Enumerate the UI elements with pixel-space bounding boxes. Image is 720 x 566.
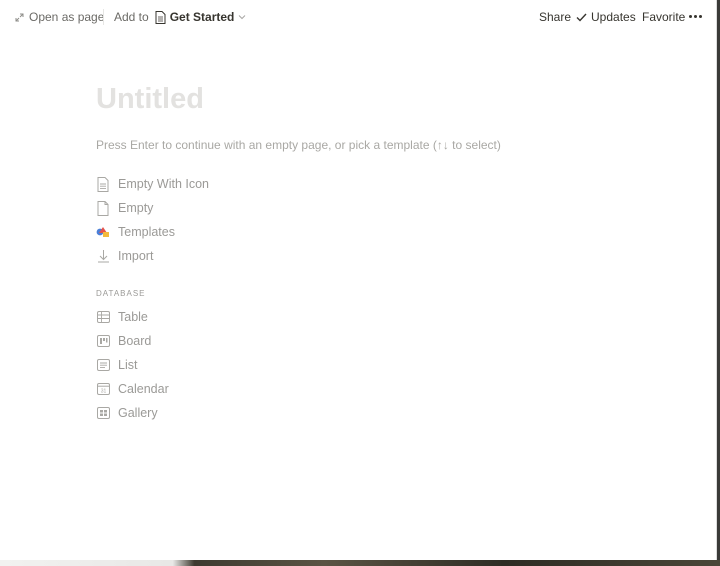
table-icon — [96, 309, 110, 325]
calendar-icon: 31 — [96, 381, 110, 397]
checkmark-icon — [576, 13, 587, 22]
database-option-label: Calendar — [118, 382, 169, 396]
template-option-empty-with-icon[interactable]: Empty With Icon — [96, 174, 209, 194]
database-option-label: Table — [118, 310, 148, 324]
open-as-page-label: Open as page — [29, 10, 105, 24]
database-option-table[interactable]: Table — [96, 307, 148, 327]
more-options-button[interactable] — [687, 15, 702, 18]
favorite-label: Favorite — [642, 10, 686, 24]
share-label: Share — [539, 10, 572, 24]
database-option-board[interactable]: Board — [96, 331, 151, 351]
updates-button[interactable]: Updates — [576, 10, 636, 24]
chevron-down-icon — [238, 14, 246, 20]
more-dots-icon — [687, 15, 702, 18]
top-bar: Open as page Add to Get Started Share Up… — [0, 0, 716, 34]
database-option-gallery[interactable]: Gallery — [96, 403, 158, 423]
board-icon — [96, 333, 110, 349]
page-with-lines-icon — [96, 176, 110, 192]
add-to-button[interactable]: Add to Get Started — [114, 10, 246, 24]
page-name: Get Started — [169, 10, 235, 24]
templates-shapes-icon — [96, 224, 110, 240]
template-option-empty[interactable]: Empty — [96, 198, 153, 218]
template-option-label: Empty With Icon — [118, 177, 209, 191]
download-arrow-icon — [96, 248, 110, 264]
add-to-label: Add to — [114, 10, 149, 24]
template-option-label: Templates — [118, 225, 175, 239]
template-option-label: Empty — [118, 201, 154, 215]
template-option-label: Import — [118, 249, 154, 263]
database-option-label: Board — [118, 334, 152, 348]
page-peek-panel: Open as page Add to Get Started Share Up… — [0, 0, 717, 563]
updates-label: Updates — [591, 10, 636, 24]
list-icon — [96, 357, 110, 373]
page-title-placeholder[interactable]: Untitled — [96, 83, 204, 116]
page-icon — [155, 10, 166, 24]
gallery-icon — [96, 405, 110, 421]
template-option-import[interactable]: Import — [96, 246, 153, 266]
background-window-edge — [0, 560, 720, 566]
database-option-label: List — [118, 358, 138, 372]
database-section-heading: DATABASE — [96, 289, 146, 298]
favorite-button[interactable]: Favorite — [642, 10, 685, 24]
share-button[interactable]: Share — [539, 10, 571, 24]
divider — [103, 9, 104, 25]
template-hint: Press Enter to continue with an empty pa… — [96, 138, 501, 152]
svg-text:31: 31 — [100, 389, 106, 395]
database-option-list[interactable]: List — [96, 355, 137, 375]
blank-page-icon — [96, 200, 110, 216]
open-as-page-button[interactable]: Open as page — [15, 10, 104, 24]
database-option-calendar[interactable]: 31 Calendar — [96, 379, 169, 399]
expand-arrows-icon — [15, 13, 24, 22]
database-option-label: Gallery — [118, 406, 158, 420]
template-option-templates[interactable]: Templates — [96, 222, 175, 242]
